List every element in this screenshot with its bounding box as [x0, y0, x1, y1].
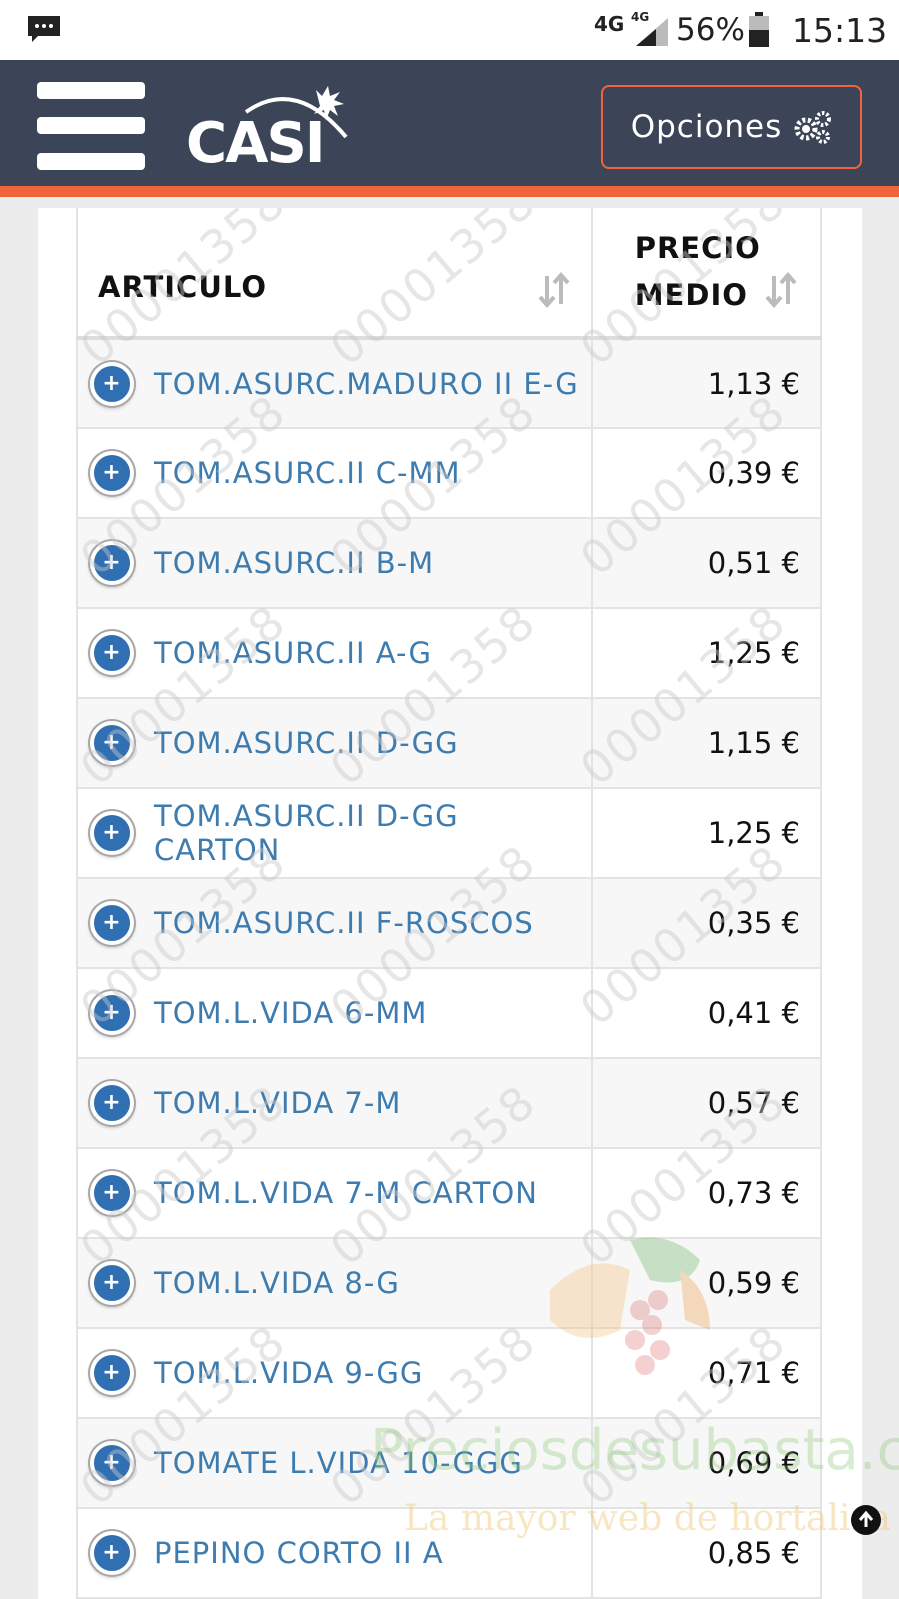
- article-name-link[interactable]: TOM.ASURC.MADURO II E-G: [154, 367, 579, 401]
- options-button[interactable]: Opciones: [601, 85, 862, 169]
- expand-row-icon[interactable]: +: [90, 901, 134, 945]
- sort-icon[interactable]: [764, 272, 798, 308]
- expand-row-icon[interactable]: +: [90, 1441, 134, 1485]
- scroll-to-top-button[interactable]: [851, 1505, 881, 1535]
- clock: 15:13: [792, 11, 888, 50]
- article-name-link[interactable]: TOM.L.VIDA 6-MM: [154, 996, 427, 1030]
- article-name-link[interactable]: TOM.ASURC.II A-G: [154, 636, 432, 670]
- article-cell[interactable]: + TOM.L.VIDA 6-MM: [76, 967, 593, 1059]
- price-cell: 0,41 €: [590, 967, 823, 1059]
- price-cell: 1,25 €: [590, 787, 823, 879]
- expand-row-icon[interactable]: +: [90, 1351, 134, 1395]
- network-type-label: 4G: [594, 12, 625, 36]
- site-watermark-text: Preciosdesubasta.com: [370, 1418, 899, 1483]
- expand-row-icon[interactable]: +: [90, 991, 134, 1035]
- article-cell[interactable]: + TOM.ASURC.II C-MM: [76, 427, 593, 519]
- column-header-price-line2: MEDIO: [634, 278, 748, 312]
- price-cell: 0,73 €: [590, 1147, 823, 1239]
- status-bar: 4G 4G 56% 15:13: [0, 0, 899, 60]
- article-name-link[interactable]: TOM.ASURC.II D-GG CARTON: [154, 799, 591, 867]
- article-cell[interactable]: + TOM.L.VIDA 7-M CARTON: [76, 1147, 593, 1239]
- article-name-link[interactable]: TOM.ASURC.II D-GG: [154, 726, 459, 760]
- article-name-link[interactable]: PEPINO CORTO II A: [154, 1536, 444, 1570]
- price-cell: 1,13 €: [590, 337, 823, 429]
- article-name-link[interactable]: TOM.ASURC.II B-M: [154, 546, 434, 580]
- expand-row-icon[interactable]: +: [90, 361, 134, 406]
- table-row[interactable]: + TOM.ASURC.II C-MM 0,39 €: [76, 427, 823, 519]
- expand-row-icon[interactable]: +: [90, 721, 134, 765]
- column-header-price-line1: PRECIO: [634, 231, 761, 265]
- column-header-price[interactable]: PRECIO MEDIO: [590, 208, 823, 340]
- article-cell[interactable]: + TOM.ASURC.II B-M: [76, 517, 593, 609]
- expand-row-icon[interactable]: +: [90, 1171, 134, 1215]
- price-cell: 0,35 €: [590, 877, 823, 969]
- options-button-label: Opciones: [630, 109, 783, 145]
- expand-row-icon[interactable]: +: [90, 451, 134, 495]
- article-cell[interactable]: + TOM.L.VIDA 7-M: [76, 1057, 593, 1149]
- table-row[interactable]: + TOM.ASURC.II F-ROSCOS 0,35 €: [76, 877, 823, 969]
- table-row[interactable]: + TOM.L.VIDA 7-M 0,57 €: [76, 1057, 823, 1149]
- prices-card: ARTICULO PRECIO MEDIO + TOM.ASURC.MADURO …: [38, 208, 862, 1599]
- fruit-logo-watermark: [550, 1237, 710, 1375]
- sort-icon[interactable]: [537, 272, 571, 308]
- gears-icon: [794, 111, 832, 144]
- price-cell: 1,25 €: [590, 607, 823, 699]
- article-cell[interactable]: + TOM.L.VIDA 8-G: [76, 1237, 593, 1329]
- signal-strength-icon: [636, 18, 668, 46]
- casi-logo[interactable]: CASI: [186, 82, 366, 176]
- expand-row-icon[interactable]: +: [90, 1261, 134, 1305]
- arrow-up-icon: [858, 1510, 874, 1527]
- article-name-link[interactable]: TOM.L.VIDA 7-M: [154, 1086, 401, 1120]
- expand-row-icon[interactable]: +: [90, 1531, 134, 1575]
- table-header-row: ARTICULO PRECIO MEDIO: [76, 208, 823, 340]
- table-row[interactable]: + TOM.L.VIDA 6-MM 0,41 €: [76, 967, 823, 1059]
- expand-row-icon[interactable]: +: [90, 811, 134, 855]
- price-cell: 0,51 €: [590, 517, 823, 609]
- price-cell: 1,15 €: [590, 697, 823, 789]
- article-cell[interactable]: + TOM.L.VIDA 9-GG: [76, 1327, 593, 1419]
- battery-percentage: 56%: [676, 12, 745, 48]
- price-cell: 0,57 €: [590, 1057, 823, 1149]
- column-header-article-label: ARTICULO: [98, 270, 267, 304]
- message-notification-icon: [28, 16, 60, 42]
- expand-row-icon[interactable]: +: [90, 631, 134, 675]
- article-cell[interactable]: + TOM.ASURC.II F-ROSCOS: [76, 877, 593, 969]
- table-row[interactable]: + TOM.ASURC.MADURO II E-G 1,13 €: [76, 337, 823, 429]
- table-row[interactable]: + TOM.ASURC.II D-GG 1,15 €: [76, 697, 823, 789]
- expand-row-icon[interactable]: +: [90, 1081, 134, 1125]
- article-cell[interactable]: + TOM.ASURC.MADURO II E-G: [76, 337, 593, 429]
- article-cell[interactable]: + TOM.ASURC.II A-G: [76, 607, 593, 699]
- site-watermark-tagline: La mayor web de hortaliza: [404, 1498, 891, 1539]
- article-cell[interactable]: + TOM.ASURC.II D-GG CARTON: [76, 787, 593, 879]
- column-header-article[interactable]: ARTICULO: [76, 208, 593, 340]
- article-name-link[interactable]: TOM.ASURC.II C-MM: [154, 456, 461, 490]
- expand-row-icon[interactable]: +: [90, 541, 134, 585]
- battery-icon: [749, 12, 769, 47]
- prices-table: ARTICULO PRECIO MEDIO + TOM.ASURC.MADURO …: [76, 208, 823, 1599]
- article-name-link[interactable]: TOM.L.VIDA 9-GG: [154, 1356, 423, 1390]
- app-header: CASI Opciones: [0, 60, 899, 197]
- article-cell[interactable]: + TOM.ASURC.II D-GG: [76, 697, 593, 789]
- table-row[interactable]: + TOM.ASURC.II A-G 1,25 €: [76, 607, 823, 699]
- article-name-link[interactable]: TOM.ASURC.II F-ROSCOS: [154, 906, 534, 940]
- table-row[interactable]: + TOM.ASURC.II D-GG CARTON 1,25 €: [76, 787, 823, 879]
- article-name-link[interactable]: TOM.L.VIDA 8-G: [154, 1266, 400, 1300]
- article-name-link[interactable]: TOM.L.VIDA 7-M CARTON: [154, 1176, 538, 1210]
- price-cell: 0,39 €: [590, 427, 823, 519]
- logo-text: CASI: [186, 111, 324, 172]
- menu-icon[interactable]: [37, 82, 145, 170]
- table-row[interactable]: + TOM.L.VIDA 7-M CARTON 0,73 €: [76, 1147, 823, 1239]
- table-row[interactable]: + TOM.ASURC.II B-M 0,51 €: [76, 517, 823, 609]
